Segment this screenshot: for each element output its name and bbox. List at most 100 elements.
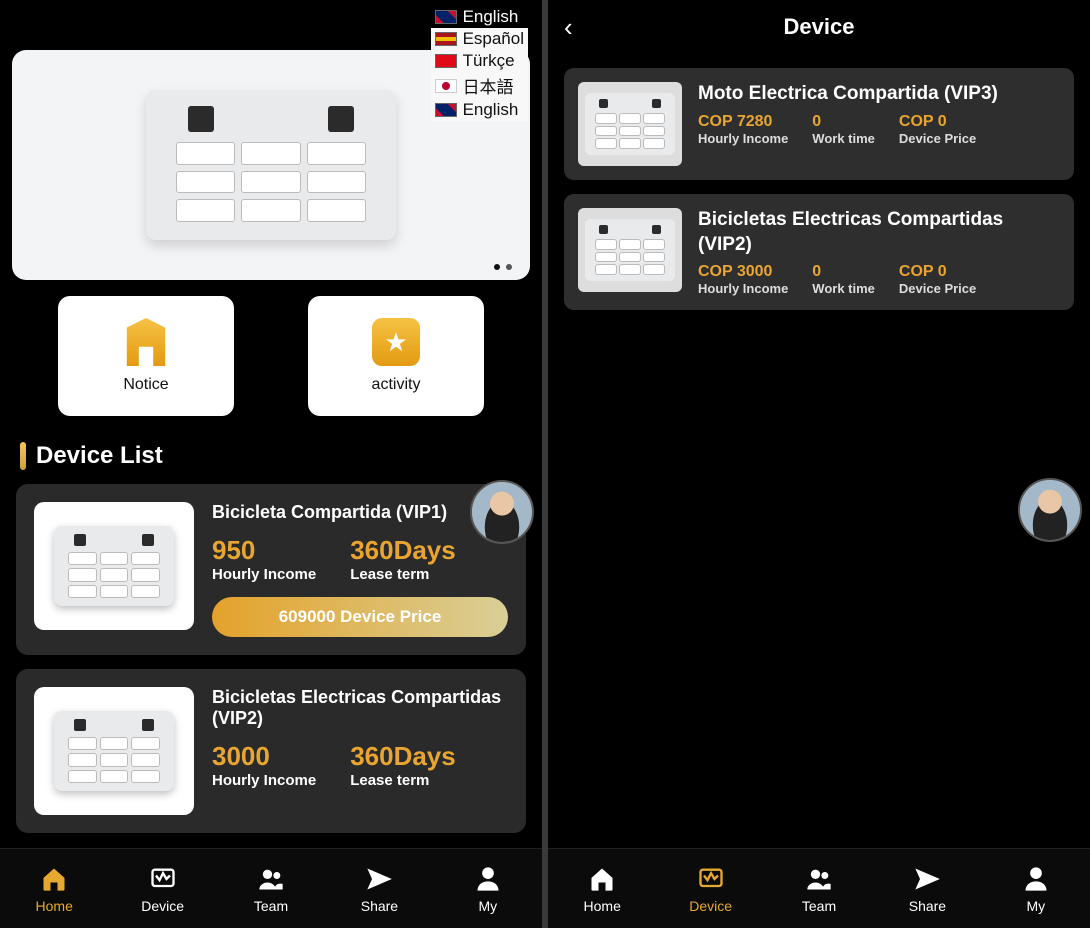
device-price-label: Device Price xyxy=(899,281,976,296)
nav-share[interactable]: Share xyxy=(325,849,433,928)
notice-label: Notice xyxy=(123,376,168,394)
nav-label: Share xyxy=(909,898,946,914)
work-time-value: 0 xyxy=(812,113,875,131)
nav-label: Device xyxy=(689,898,732,914)
product-image xyxy=(585,93,675,155)
product-image xyxy=(54,526,174,606)
language-label: Türkçe xyxy=(463,51,515,71)
nav-share[interactable]: Share xyxy=(873,849,981,928)
device-title: Bicicleta Compartida (VIP1) xyxy=(212,502,508,523)
support-avatar[interactable] xyxy=(470,480,534,544)
device-thumbnail xyxy=(34,502,194,630)
nav-label: Home xyxy=(584,898,621,914)
nav-my[interactable]: My xyxy=(982,849,1090,928)
home-icon xyxy=(37,864,71,894)
nav-team[interactable]: Team xyxy=(765,849,873,928)
work-time-label: Work time xyxy=(812,281,875,296)
bottom-nav-left: Home Device Team Share My xyxy=(0,848,542,928)
activity-icon: ★ xyxy=(372,318,420,366)
notice-button[interactable]: Notice xyxy=(58,296,234,416)
team-icon xyxy=(802,864,836,894)
device-thumbnail xyxy=(578,82,682,166)
device-price-label: Device Price xyxy=(899,131,976,146)
phone-left: EnglishEspañolTürkçe日本語English Notice ★ … xyxy=(0,0,542,928)
language-dropdown[interactable]: EnglishEspañolTürkçe日本語English xyxy=(431,6,528,121)
device-name: Moto Electrica Compartida (VIP3) xyxy=(698,82,1060,107)
language-option[interactable]: 日本語 xyxy=(431,72,528,99)
product-image xyxy=(54,711,174,791)
flag-icon xyxy=(435,103,457,117)
device-price-value: COP 0 xyxy=(899,113,976,131)
nav-label: Team xyxy=(254,898,288,914)
nav-device[interactable]: Device xyxy=(656,849,764,928)
language-label: English xyxy=(463,7,519,27)
hourly-income-value: 3000 xyxy=(212,741,316,772)
device-info: Bicicletas Electricas Compartidas (VIP2)… xyxy=(212,687,508,815)
device-info: Bicicleta Compartida (VIP1) 950 Hourly I… xyxy=(212,502,508,637)
notice-icon xyxy=(122,318,170,366)
hourly-income-label: Hourly Income xyxy=(212,772,316,789)
hourly-income-value: 950 xyxy=(212,535,316,566)
flag-icon xyxy=(435,10,457,24)
language-option[interactable]: English xyxy=(431,6,528,28)
page-title: Device xyxy=(548,14,1090,40)
hourly-income-value: COP 3000 xyxy=(698,263,788,281)
share-icon xyxy=(362,864,396,894)
device-price-button[interactable]: 609000 Device Price xyxy=(212,597,508,637)
bottom-nav-right: Home Device Team Share My xyxy=(548,848,1090,928)
my-icon xyxy=(471,864,505,894)
nav-label: Share xyxy=(361,898,398,914)
share-icon xyxy=(910,864,944,894)
section-title: Device List xyxy=(36,442,163,470)
product-image xyxy=(585,219,675,281)
hourly-income-value: COP 7280 xyxy=(698,113,788,131)
language-option[interactable]: Türkçe xyxy=(431,50,528,72)
device-item[interactable]: Moto Electrica Compartida (VIP3) COP 728… xyxy=(564,68,1074,180)
hourly-income-label: Hourly Income xyxy=(698,281,788,296)
device-thumbnail xyxy=(34,687,194,815)
device-icon xyxy=(146,864,180,894)
right-scroll: ‹ Device Moto Electrica Compartida (VIP3… xyxy=(548,0,1090,848)
device-item[interactable]: Bicicletas Electricas Compartidas (VIP2)… xyxy=(564,194,1074,310)
lease-term-label: Lease term xyxy=(350,566,456,583)
nav-my[interactable]: My xyxy=(434,849,542,928)
lease-term-label: Lease term xyxy=(350,772,456,789)
device-title: Bicicletas Electricas Compartidas (VIP2) xyxy=(212,687,508,729)
language-label: 日本語 xyxy=(463,73,514,98)
device-card[interactable]: Bicicletas Electricas Compartidas (VIP2)… xyxy=(16,669,526,833)
nav-label: Device xyxy=(141,898,184,914)
hero-product-image xyxy=(146,90,396,240)
flag-icon xyxy=(435,54,457,68)
device-thumbnail xyxy=(578,208,682,292)
left-scroll: EnglishEspañolTürkçe日本語English Notice ★ … xyxy=(0,0,542,848)
nav-home[interactable]: Home xyxy=(548,849,656,928)
team-icon xyxy=(254,864,288,894)
language-label: English xyxy=(463,100,519,120)
phone-right: ‹ Device Moto Electrica Compartida (VIP3… xyxy=(548,0,1090,928)
language-option[interactable]: Español xyxy=(431,28,528,50)
nav-team[interactable]: Team xyxy=(217,849,325,928)
section-accent-bar xyxy=(20,442,26,470)
flag-icon xyxy=(435,79,457,93)
device-list-header: Device List xyxy=(0,426,542,484)
work-time-value: 0 xyxy=(812,263,875,281)
hourly-income-label: Hourly Income xyxy=(212,566,316,583)
nav-label: Home xyxy=(36,898,73,914)
device-card[interactable]: Bicicleta Compartida (VIP1) 950 Hourly I… xyxy=(16,484,526,655)
topbar: ‹ Device xyxy=(548,0,1090,54)
lease-term-value: 360Days xyxy=(350,741,456,772)
support-avatar[interactable] xyxy=(1018,478,1082,542)
nav-label: My xyxy=(1026,898,1045,914)
activity-button[interactable]: ★ activity xyxy=(308,296,484,416)
carousel-dots[interactable] xyxy=(494,264,512,270)
language-label: Español xyxy=(463,29,524,49)
device-name: Bicicletas Electricas Compartidas (VIP2) xyxy=(698,208,1060,257)
device-icon xyxy=(694,864,728,894)
hourly-income-label: Hourly Income xyxy=(698,131,788,146)
activity-label: activity xyxy=(372,376,421,394)
nav-label: My xyxy=(478,898,497,914)
device-price-value: COP 0 xyxy=(899,263,976,281)
language-option[interactable]: English xyxy=(431,99,528,121)
nav-device[interactable]: Device xyxy=(108,849,216,928)
nav-home[interactable]: Home xyxy=(0,849,108,928)
